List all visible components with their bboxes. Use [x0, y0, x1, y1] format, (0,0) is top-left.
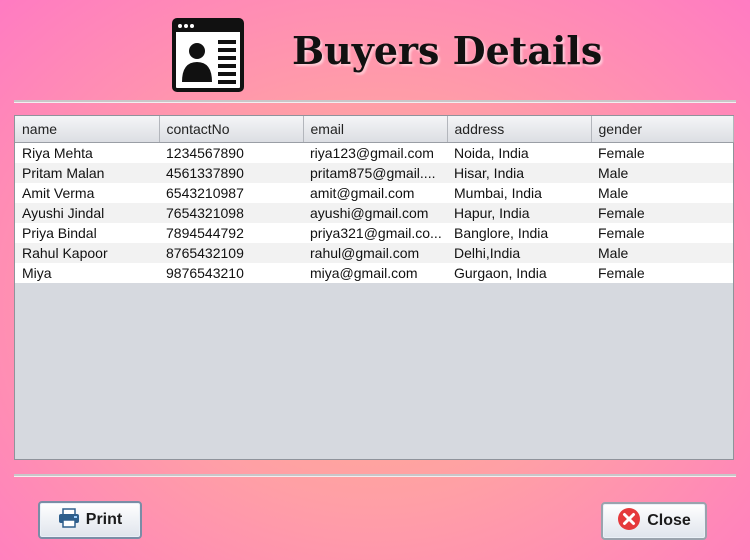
- cell-address: Noida, India: [447, 142, 591, 163]
- user-profile-card-icon: [172, 18, 244, 92]
- table-row[interactable]: Rahul Kapoor 8765432109 rahul@gmail.com …: [15, 243, 733, 263]
- cell-name: Priya Bindal: [15, 223, 159, 243]
- cell-contactno: 6543210987: [159, 183, 303, 203]
- close-button[interactable]: Close: [601, 502, 707, 540]
- cell-gender: Female: [591, 142, 733, 163]
- cell-address: Delhi,India: [447, 243, 591, 263]
- table-row[interactable]: Pritam Malan 4561337890 pritam875@gmail.…: [15, 163, 733, 183]
- cell-address: Hapur, India: [447, 203, 591, 223]
- cell-gender: Male: [591, 243, 733, 263]
- cell-gender: Male: [591, 183, 733, 203]
- cell-contactno: 7894544792: [159, 223, 303, 243]
- close-label: Close: [647, 512, 691, 529]
- cell-email: ayushi@gmail.com: [303, 203, 447, 223]
- cell-address: Gurgaon, India: [447, 263, 591, 283]
- cell-address: Banglore, India: [447, 223, 591, 243]
- column-header-contactno[interactable]: contactNo: [159, 116, 304, 143]
- cell-name: Riya Mehta: [15, 142, 159, 163]
- cell-contactno: 9876543210: [159, 263, 303, 283]
- cell-contactno: 8765432109: [159, 243, 303, 263]
- table-header-row: name contactNo email address gender: [15, 116, 734, 143]
- close-icon: [617, 507, 641, 536]
- cell-email: amit@gmail.com: [303, 183, 447, 203]
- cell-contactno: 4561337890: [159, 163, 303, 183]
- cell-contactno: 7654321098: [159, 203, 303, 223]
- cell-name: Amit Verma: [15, 183, 159, 203]
- print-label: Print: [85, 511, 123, 528]
- cell-contactno: 1234567890: [159, 142, 303, 163]
- bottom-divider: [14, 474, 736, 477]
- cell-name: Rahul Kapoor: [15, 243, 159, 263]
- cell-name: Ayushi Jindal: [15, 203, 159, 223]
- printer-icon: [58, 507, 80, 533]
- table-row[interactable]: Riya Mehta 1234567890 riya123@gmail.com …: [15, 142, 733, 163]
- column-header-gender[interactable]: gender: [591, 116, 734, 143]
- cell-gender: Female: [591, 263, 733, 283]
- table-row[interactable]: Ayushi Jindal 7654321098 ayushi@gmail.co…: [15, 203, 733, 223]
- cell-gender: Female: [591, 223, 733, 243]
- cell-email: rahul@gmail.com: [303, 243, 447, 263]
- table-row[interactable]: Miya 9876543210 miya@gmail.com Gurgaon, …: [15, 263, 733, 283]
- top-divider: [14, 100, 736, 103]
- print-button[interactable]: Print: [38, 501, 142, 539]
- column-header-address[interactable]: address: [447, 116, 592, 143]
- cell-email: riya123@gmail.com: [303, 142, 447, 163]
- cell-gender: Female: [591, 203, 733, 223]
- cell-email: pritam875@gmail....: [303, 163, 447, 183]
- column-header-name[interactable]: name: [15, 116, 160, 143]
- column-header-email[interactable]: email: [303, 116, 448, 143]
- buyers-table[interactable]: name contactNo email address gender Riya…: [14, 115, 734, 460]
- cell-name: Miya: [15, 263, 159, 283]
- cell-gender: Male: [591, 163, 733, 183]
- table-row[interactable]: Amit Verma 6543210987 amit@gmail.com Mum…: [15, 183, 733, 203]
- cell-email: miya@gmail.com: [303, 263, 447, 283]
- table-row[interactable]: Priya Bindal 7894544792 priya321@gmail.c…: [15, 223, 733, 243]
- cell-email: priya321@gmail.co...: [303, 223, 447, 243]
- cell-address: Mumbai, India: [447, 183, 591, 203]
- page-title: Buyers Details: [292, 28, 603, 73]
- cell-address: Hisar, India: [447, 163, 591, 183]
- cell-name: Pritam Malan: [15, 163, 159, 183]
